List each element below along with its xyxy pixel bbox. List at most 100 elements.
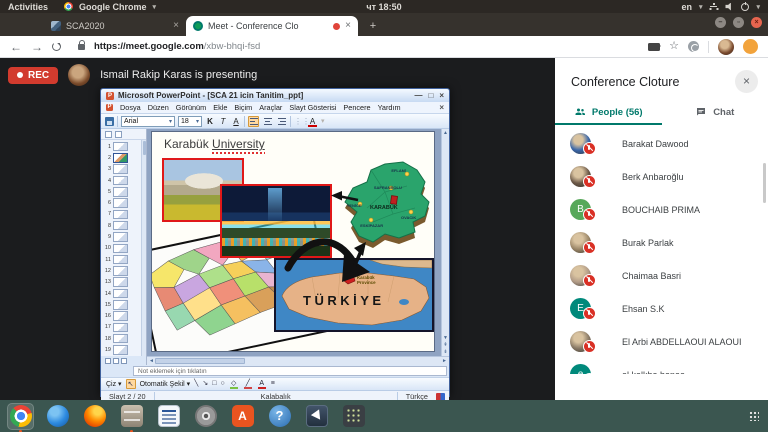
dock-ubuntu-software[interactable]: A <box>229 403 256 430</box>
slide-thumbnail[interactable]: 6 <box>101 197 146 208</box>
font-color-icon[interactable]: A <box>257 379 267 389</box>
save-icon[interactable] <box>105 117 114 126</box>
slide-canvas[interactable]: Karabük University <box>152 132 434 351</box>
media-camera-icon[interactable] <box>648 43 660 51</box>
slide-thumbnail[interactable]: 18 <box>101 333 146 344</box>
bold-button[interactable]: K <box>205 117 215 126</box>
horizontal-scrollbar[interactable]: ◄► <box>147 356 449 365</box>
lock-icon[interactable] <box>78 44 85 50</box>
url-text[interactable]: https://meet.google.com /xbw-bhqi-fsd <box>94 41 260 52</box>
participant-row[interactable]: El Arbi ABDELLAOUI ALAOUI <box>555 325 768 358</box>
volume-icon[interactable] <box>725 3 734 11</box>
ppt-maximize-button[interactable]: □ <box>428 91 433 100</box>
tab-chat[interactable]: Chat <box>662 99 768 125</box>
slideshow-button[interactable] <box>121 358 127 364</box>
thumbnail-scrollbar[interactable] <box>141 140 146 356</box>
dock-calculator[interactable] <box>340 403 367 430</box>
slide-thumbnail[interactable]: 13 <box>101 277 146 288</box>
bookmark-star-icon[interactable]: ☆ <box>669 41 679 52</box>
participant-row[interactable]: Chaimaa Basri <box>555 259 768 292</box>
dock-help[interactable]: ? <box>266 403 293 430</box>
minimize-button[interactable]: – <box>715 17 726 28</box>
language-indicator[interactable]: en <box>681 2 692 12</box>
slide-thumbnail[interactable]: 2 <box>101 152 146 163</box>
numbered-list-button[interactable]: ⋮⋮ <box>294 117 304 126</box>
dock-media-player[interactable] <box>192 403 219 430</box>
slide-thumbnail[interactable]: 4 <box>101 175 146 186</box>
power-icon[interactable] <box>741 3 749 11</box>
oval-tool-icon[interactable]: ○ <box>221 379 225 389</box>
slide-thumbnail[interactable]: 1 <box>101 141 146 152</box>
reload-button[interactable] <box>52 42 61 51</box>
dock-files[interactable] <box>118 403 145 430</box>
participant-row[interactable]: Burak Parlak <box>555 226 768 259</box>
tab-people[interactable]: People (56) <box>555 99 662 125</box>
notes-pane[interactable]: Not eklemek için tıklatın <box>133 366 447 376</box>
slide-thumbnail[interactable]: 8 <box>101 220 146 231</box>
slide-thumbnail[interactable]: 14 <box>101 288 146 299</box>
close-icon[interactable]: × <box>345 21 351 31</box>
rectangle-tool-icon[interactable]: □ <box>212 379 216 389</box>
forward-button[interactable]: → <box>31 41 43 53</box>
ppt-menu-item[interactable]: Ekle <box>213 103 227 112</box>
slide-sorter-button[interactable] <box>113 358 119 364</box>
close-icon[interactable]: × <box>173 21 179 31</box>
ppt-menu-item[interactable]: Yardım <box>378 103 401 112</box>
slide-thumbnail[interactable]: 5 <box>101 186 146 197</box>
align-right-button[interactable] <box>276 116 287 127</box>
slide-thumbnail[interactable]: 10 <box>101 243 146 254</box>
italic-button[interactable]: T <box>218 117 228 126</box>
dock-thunderbird[interactable] <box>44 403 71 430</box>
participant-row[interactable]: BBOUCHAIB PRIMA <box>555 193 768 226</box>
tab-sca2020[interactable]: SCA2020 × <box>44 16 186 36</box>
dock-libreoffice-writer[interactable] <box>155 403 182 430</box>
draw-menu-button[interactable]: Çiz ▾ <box>106 380 122 388</box>
slide-thumbnail[interactable]: 16 <box>101 310 146 321</box>
participant-row[interactable]: EEhsan S.K <box>555 292 768 325</box>
maximize-button[interactable]: ▫ <box>733 17 744 28</box>
participant-row[interactable]: eel kalkha hanae <box>555 358 768 374</box>
tab-meet[interactable]: Meet - Conference Clo × <box>186 16 358 36</box>
ppt-menu-item[interactable]: Slayt Gösterisi <box>289 103 336 112</box>
font-color-button[interactable]: A <box>307 117 318 126</box>
slide-thumbnail[interactable]: 12 <box>101 265 146 276</box>
participant-scrollbar[interactable] <box>763 163 766 203</box>
select-tool-icon[interactable]: ↖ <box>126 379 136 389</box>
fill-color-icon[interactable]: ◇ <box>229 379 239 389</box>
dock-google-chrome[interactable] <box>7 403 34 430</box>
autoshape-menu-button[interactable]: Otomatik Şekil ▾ <box>140 380 191 388</box>
dock-screen-share[interactable] <box>303 403 330 430</box>
outline-tab[interactable] <box>105 131 112 138</box>
ppt-menu-item[interactable]: Pencere <box>343 103 370 112</box>
ppt-minimize-button[interactable]: — <box>414 91 422 100</box>
font-size-combo[interactable]: 18▾ <box>178 116 202 127</box>
network-icon[interactable] <box>709 3 718 11</box>
back-button[interactable]: ← <box>10 41 22 53</box>
align-center-button[interactable] <box>262 116 273 127</box>
ppt-close-button[interactable]: × <box>439 91 444 100</box>
ppt-menu-item[interactable]: Biçim <box>234 103 252 112</box>
app-grid-icon[interactable] <box>749 411 759 421</box>
slide-thumbnail[interactable]: 15 <box>101 299 146 310</box>
clock[interactable]: чт 18:50 <box>366 0 401 13</box>
extension-badge-icon[interactable] <box>743 39 758 54</box>
slides-tab[interactable] <box>115 131 122 138</box>
slide-thumbnail[interactable]: 11 <box>101 254 146 265</box>
focused-app-menu[interactable]: Google Chrome <box>79 2 147 12</box>
close-window-button[interactable]: × <box>751 17 762 28</box>
ppt-menu-item[interactable]: Düzen <box>148 103 169 112</box>
normal-view-button[interactable] <box>105 358 111 364</box>
line-style-icon[interactable]: ≡ <box>271 379 275 389</box>
activities-button[interactable]: Activities <box>8 2 48 12</box>
ppt-menubar-close[interactable]: × <box>439 103 444 112</box>
slide-thumbnail[interactable]: 7 <box>101 209 146 220</box>
new-tab-button[interactable]: + <box>366 19 380 33</box>
vertical-scrollbar[interactable]: ▲ ▼⇞⇟ <box>441 129 449 356</box>
align-left-button[interactable] <box>248 116 259 127</box>
arrow-tool-icon[interactable]: ↘ <box>202 379 208 389</box>
ppt-menu-item[interactable]: Görünüm <box>176 103 206 112</box>
sync-icon[interactable] <box>688 41 699 52</box>
slide-thumbnail[interactable]: 3 <box>101 164 146 175</box>
line-color-icon[interactable]: ╱ <box>243 379 253 389</box>
font-name-combo[interactable]: Arial▾ <box>121 116 175 127</box>
